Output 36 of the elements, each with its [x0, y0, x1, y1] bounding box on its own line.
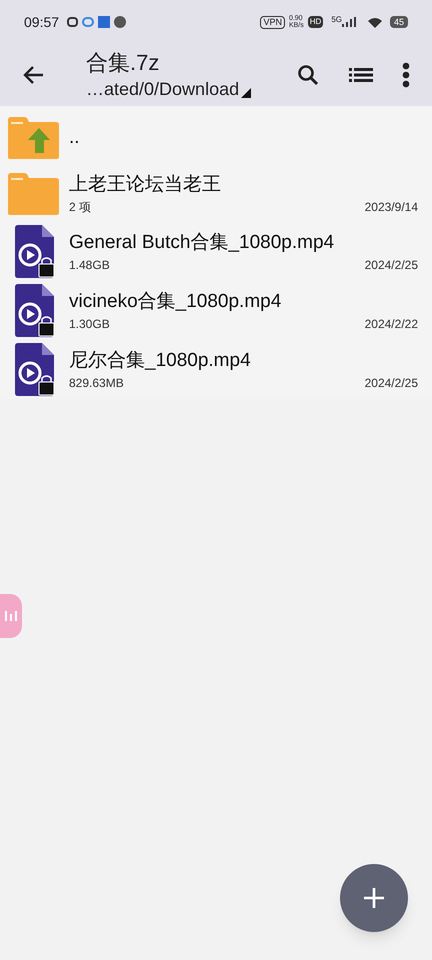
- file-row[interactable]: 尼尔合集_1080p.mp4 829.63MB 2024/2/25: [0, 340, 432, 399]
- plus-icon: [364, 888, 384, 908]
- file-name: 尼尔合集_1080p.mp4: [69, 348, 252, 372]
- status-time: 09:57: [24, 12, 60, 32]
- file-info: 829.63MB: [69, 374, 124, 392]
- file-name: 上老王论坛当老王: [69, 173, 222, 197]
- folder-icon: [6, 172, 60, 216]
- vpn-badge: VPN: [260, 16, 285, 28]
- wifi-icon: [368, 16, 382, 28]
- file-date: 2024/2/22: [364, 316, 418, 332]
- file-date: 2023/9/14: [364, 199, 418, 216]
- notification-icons: [67, 16, 126, 28]
- search-icon: [297, 64, 319, 86]
- back-arrow-icon: [22, 65, 44, 85]
- battery-indicator: 45: [390, 16, 408, 28]
- hd-badge: HD: [308, 16, 324, 28]
- file-row[interactable]: General Butch合集_1080p.mp4 1.48GB 2024/2/25: [0, 222, 432, 281]
- file-name: General Butch合集_1080p.mp4: [69, 230, 336, 254]
- file-name: ..: [69, 126, 81, 150]
- file-date: 2024/2/25: [364, 374, 418, 392]
- archive-path[interactable]: …ated/0/Download: [86, 77, 240, 101]
- signal-icon: [342, 17, 356, 27]
- network-type: 5G: [331, 14, 342, 26]
- dropdown-corner-icon[interactable]: [241, 88, 252, 98]
- file-info: 1.30GB: [69, 316, 110, 332]
- folder-up-icon: [6, 116, 60, 160]
- archive-title: 合集.7z: [86, 49, 160, 77]
- file-info: 2 项: [69, 199, 92, 216]
- file-row[interactable]: ..: [0, 110, 432, 166]
- file-row[interactable]: 上老王论坛当老王 2 项 2023/9/14: [0, 166, 432, 222]
- file-info: 1.48GB: [69, 256, 110, 274]
- more-icon: [402, 62, 410, 88]
- list-icon: [349, 68, 373, 82]
- file-row[interactable]: vicineko合集_1080p.mp4 1.30GB 2024/2/22: [0, 281, 432, 340]
- file-date: 2024/2/25: [364, 256, 418, 274]
- file-name: vicineko合集_1080p.mp4: [69, 290, 282, 314]
